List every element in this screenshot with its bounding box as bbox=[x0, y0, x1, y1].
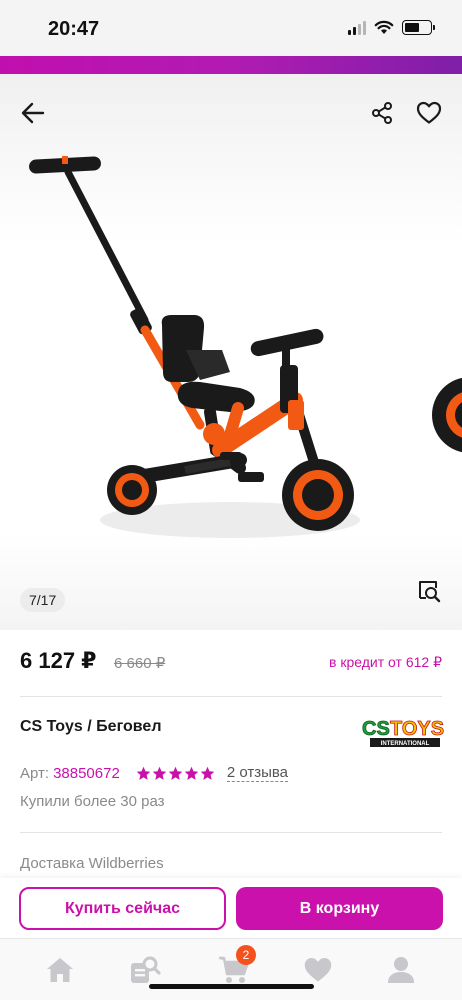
cart-badge: 2 bbox=[236, 945, 256, 965]
brand-logo-cs: CS bbox=[362, 718, 390, 740]
image-counter: 7/17 bbox=[20, 588, 66, 612]
divider bbox=[20, 832, 442, 833]
brand-logo-international: INTERNATIONAL bbox=[381, 741, 430, 747]
product-header bbox=[0, 74, 462, 150]
bottom-nav: 2 bbox=[0, 938, 462, 1000]
action-bar: Купить сейчас В корзину bbox=[0, 878, 462, 938]
reviews-link[interactable]: 2 отзыва bbox=[226, 764, 289, 782]
brand-strip bbox=[0, 56, 462, 74]
delivery-info: Доставка Wildberries bbox=[20, 855, 164, 872]
price: 6 127 ₽ bbox=[20, 648, 97, 673]
price-row: 6 127 ₽ 6 660 ₽ в кредит от 612 ₽ bbox=[20, 648, 442, 676]
star-icon bbox=[200, 766, 215, 780]
product-gallery[interactable]: 7/17 bbox=[0, 150, 462, 630]
rating-stars bbox=[136, 766, 215, 781]
profile-icon bbox=[388, 957, 414, 983]
credit-link[interactable]: в кредит от 612 ₽ bbox=[329, 654, 442, 671]
star-icon bbox=[152, 766, 167, 780]
wifi-icon bbox=[374, 20, 394, 34]
catalog-search-icon bbox=[131, 956, 161, 983]
old-price: 6 660 ₽ bbox=[114, 655, 166, 672]
star-icon bbox=[184, 766, 199, 780]
product-title: CS Toys / Беговел bbox=[20, 718, 162, 735]
signal-icon bbox=[348, 20, 366, 35]
nav-catalog[interactable] bbox=[127, 953, 163, 987]
nav-profile[interactable] bbox=[383, 953, 419, 987]
favorite-button[interactable] bbox=[412, 96, 446, 130]
meta-row: Арт: 38850672 2 отзыва bbox=[20, 762, 289, 784]
share-button[interactable] bbox=[365, 96, 399, 130]
product-image bbox=[29, 156, 462, 538]
battery-fill bbox=[405, 23, 420, 32]
star-icon bbox=[136, 766, 151, 780]
share-icon bbox=[372, 102, 392, 124]
status-icons bbox=[348, 20, 435, 35]
star-icon bbox=[168, 766, 183, 780]
home-indicator[interactable] bbox=[149, 984, 314, 989]
article-number[interactable]: 38850672 bbox=[53, 765, 120, 782]
heart-icon bbox=[416, 101, 442, 124]
buy-now-button[interactable]: Купить сейчас bbox=[19, 887, 226, 930]
article-label: Арт: bbox=[20, 764, 50, 782]
add-to-cart-button[interactable]: В корзину bbox=[236, 887, 443, 930]
heart-icon bbox=[304, 958, 332, 982]
zoom-search-icon[interactable] bbox=[416, 578, 442, 604]
status-bar: 20:47 bbox=[0, 0, 462, 56]
divider bbox=[20, 696, 442, 697]
status-time: 20:47 bbox=[48, 18, 100, 40]
battery-icon bbox=[402, 20, 435, 35]
nav-favorites[interactable] bbox=[300, 953, 336, 987]
brand-logo[interactable]: CS TOYS INTERNATIONAL bbox=[360, 714, 444, 750]
home-icon bbox=[47, 958, 73, 982]
arrow-left-icon bbox=[21, 102, 45, 124]
brand-logo-toys: TOYS bbox=[390, 718, 444, 740]
back-button[interactable] bbox=[16, 96, 50, 130]
nav-home[interactable] bbox=[42, 953, 78, 987]
bought-count: Купили более 30 раз bbox=[20, 793, 165, 810]
nav-cart[interactable]: 2 bbox=[216, 945, 256, 987]
